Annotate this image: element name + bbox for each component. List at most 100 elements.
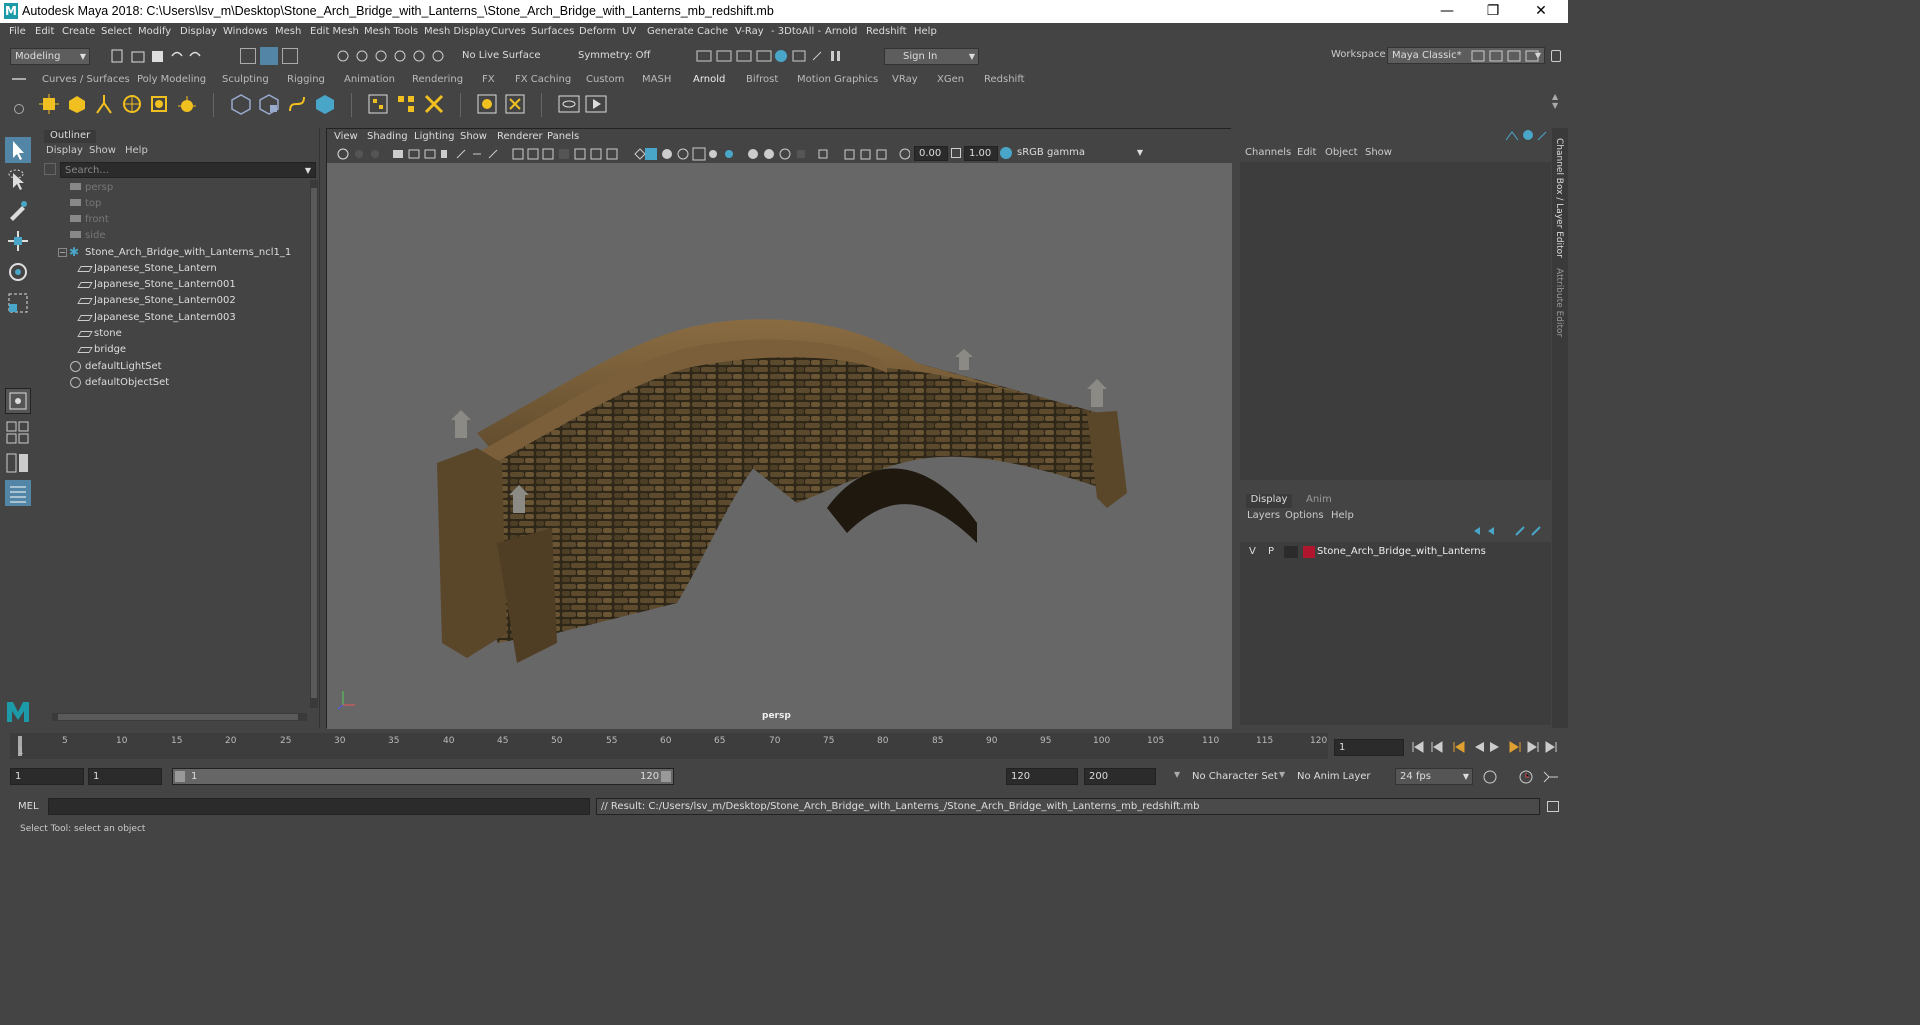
playback-start-field[interactable]: 1: [88, 768, 162, 785]
viewport-menu-lighting[interactable]: Lighting: [414, 131, 454, 142]
lock-icon[interactable]: [1551, 50, 1561, 62]
side-tab-channel-box[interactable]: Channel Box / Layer Editor: [1554, 138, 1564, 258]
tab-fx-caching[interactable]: FX Caching: [515, 74, 571, 85]
mesh-light-icon[interactable]: [66, 93, 88, 115]
layer-playback-toggle[interactable]: P: [1268, 546, 1274, 557]
menu-curves[interactable]: Curves: [491, 26, 526, 37]
tab-display[interactable]: Display: [1246, 494, 1292, 508]
physical-sky-icon[interactable]: [148, 93, 170, 115]
menu-select[interactable]: Select: [101, 26, 132, 37]
tab-xgen[interactable]: XGen: [937, 74, 964, 85]
gamma-icon[interactable]: [951, 148, 961, 158]
outliner-item-lantern002[interactable]: Japanese_Stone_Lantern002: [40, 293, 308, 309]
layer-name[interactable]: Stone_Arch_Bridge_with_Lanterns: [1317, 546, 1486, 557]
menu-vray[interactable]: V-Ray: [735, 26, 764, 37]
outliner-item-default-object-set[interactable]: defaultObjectSet: [40, 375, 308, 391]
menu-3dtoall[interactable]: - 3DtoAll -: [771, 26, 821, 37]
character-set-dropdown[interactable]: No Character Set: [1192, 771, 1278, 782]
current-frame-field[interactable]: 1: [1334, 739, 1404, 756]
menu-generate[interactable]: Generate: [647, 26, 694, 37]
color-space-dropdown[interactable]: sRGB gamma ▼: [1013, 145, 1146, 161]
outliner-item-stone[interactable]: stone: [40, 326, 308, 342]
symmetry-label[interactable]: Symmetry: Off: [578, 50, 650, 61]
select-by-object-icon[interactable]: [282, 48, 298, 64]
outliner-search-field[interactable]: Search... ▼: [60, 162, 316, 178]
animation-start-field[interactable]: 1: [10, 768, 84, 785]
tab-anim[interactable]: Anim: [1306, 494, 1332, 505]
tab-rendering[interactable]: Rendering: [412, 74, 463, 85]
tab-vray[interactable]: VRay: [892, 74, 918, 85]
four-pane-layout-icon[interactable]: [5, 420, 31, 446]
panel-layout-icons[interactable]: [1470, 48, 1550, 64]
menu-help[interactable]: Help: [914, 26, 937, 37]
time-ruler[interactable]: 1 5 10 15 20 25 30 35 40 45 50 55 60 65 …: [10, 733, 1328, 759]
outliner-item-lantern001[interactable]: Japanese_Stone_Lantern001: [40, 277, 308, 293]
outliner-horizontal-scrollbar[interactable]: [52, 713, 307, 721]
scrollbar-thumb[interactable]: [58, 714, 298, 720]
snap-tools-icons[interactable]: [335, 48, 460, 64]
outliner-item-default-light-set[interactable]: defaultLightSet: [40, 359, 308, 375]
menu-cache[interactable]: Cache: [697, 26, 728, 37]
standin-icon[interactable]: [230, 93, 252, 115]
mode-dropdown[interactable]: Modeling ▼: [10, 48, 90, 65]
layer-type-toggle[interactable]: [1284, 546, 1298, 558]
ipr-view-icon[interactable]: [558, 93, 580, 115]
menu-windows[interactable]: Windows: [223, 26, 268, 37]
outliner-layout-icon[interactable]: [5, 480, 31, 506]
range-slider[interactable]: 1 120: [172, 768, 674, 785]
help-menu[interactable]: Help: [1331, 510, 1354, 521]
menu-mesh[interactable]: Mesh: [275, 26, 301, 37]
curve-collector-icon[interactable]: [286, 93, 308, 115]
licensing-icon[interactable]: [504, 93, 526, 115]
maximize-button[interactable]: ❐: [1470, 0, 1516, 23]
lasso-tool-icon[interactable]: [5, 167, 31, 193]
tab-bifrost[interactable]: Bifrost: [746, 74, 778, 85]
viewport-toolbar-icons[interactable]: [335, 146, 910, 162]
range-slider-end-handle[interactable]: [661, 771, 671, 782]
gamma-field[interactable]: 1.00: [964, 146, 998, 161]
menu-redshift[interactable]: Redshift: [866, 26, 907, 37]
range-slider-start-handle[interactable]: [175, 771, 185, 782]
outliner-item-lantern[interactable]: Japanese_Stone_Lantern: [40, 261, 308, 277]
playback-controls[interactable]: [1410, 739, 1560, 755]
outliner-menu-help[interactable]: Help: [125, 145, 148, 156]
animation-end-field[interactable]: 200: [1084, 768, 1156, 785]
outliner-menu-display[interactable]: Display: [46, 145, 83, 156]
layer-color-swatch[interactable]: [1303, 546, 1315, 558]
menu-create[interactable]: Create: [62, 26, 95, 37]
live-surface-label[interactable]: No Live Surface: [462, 50, 540, 61]
layer-visibility-toggle[interactable]: V: [1249, 546, 1256, 557]
shader-icon[interactable]: [423, 93, 445, 115]
time-slider[interactable]: 1 5 10 15 20 25 30 35 40 45 50 55 60 65 …: [0, 733, 1568, 763]
tab-poly-modeling[interactable]: Poly Modeling: [137, 74, 206, 85]
skydome-light-icon[interactable]: [121, 93, 143, 115]
channel-box-toggle-icons[interactable]: [1504, 128, 1550, 142]
menu-display[interactable]: Display: [180, 26, 217, 37]
tab-fx[interactable]: FX: [482, 74, 495, 85]
sign-in-button[interactable]: Sign In ▼: [884, 48, 979, 65]
texture-manager-icon[interactable]: [395, 93, 417, 115]
viewport-menu-show[interactable]: Show: [460, 131, 487, 142]
move-tool-icon[interactable]: [5, 228, 31, 254]
shelf-menu-icon[interactable]: [12, 78, 26, 80]
object-menu[interactable]: Object: [1325, 147, 1358, 158]
area-light-icon[interactable]: [38, 93, 60, 115]
tab-animation[interactable]: Animation: [344, 74, 395, 85]
render-play-icon[interactable]: [585, 93, 607, 115]
outliner-item-group[interactable]: − ✱ Stone_Arch_Bridge_with_Lanterns_ncl1_1: [40, 245, 308, 261]
color-management-icon[interactable]: [1000, 147, 1012, 159]
show-menu[interactable]: Show: [1365, 147, 1392, 158]
render-view-icon[interactable]: [367, 93, 389, 115]
tab-arnold[interactable]: Arnold: [693, 74, 725, 85]
menu-edit-mesh[interactable]: Edit Mesh: [310, 26, 359, 37]
layers-menu[interactable]: Layers: [1247, 510, 1280, 521]
menu-mesh-tools[interactable]: Mesh Tools: [364, 26, 418, 37]
mel-label[interactable]: MEL: [18, 801, 39, 812]
collapse-icon[interactable]: −: [58, 248, 67, 257]
scrollbar-thumb[interactable]: [311, 188, 317, 698]
paint-select-icon[interactable]: [5, 197, 31, 223]
anim-layer-dropdown[interactable]: No Anim Layer: [1297, 771, 1371, 782]
select-by-hierarchy-icon[interactable]: [240, 48, 256, 64]
exposure-field[interactable]: 0.00: [914, 146, 948, 161]
outliner-item-persp[interactable]: persp: [40, 180, 308, 196]
